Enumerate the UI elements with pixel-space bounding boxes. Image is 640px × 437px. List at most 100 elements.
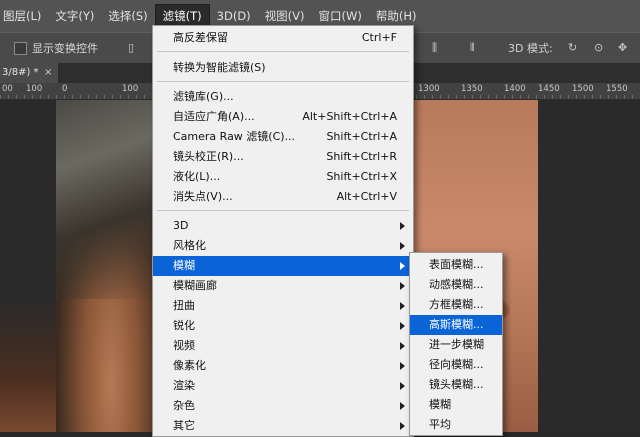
document-tab[interactable]: 3/8#) * × bbox=[0, 63, 58, 83]
menu-item-label: 扭曲 bbox=[173, 299, 195, 312]
menu-item-camera-raw[interactable]: Camera Raw 滤镜(C)... Shift+Ctrl+A bbox=[153, 127, 413, 147]
menu-item-blur[interactable]: 模糊 bbox=[153, 256, 413, 276]
menu-item-video[interactable]: 视频 bbox=[153, 336, 413, 356]
submenu-item-label: 进一步模糊 bbox=[429, 338, 484, 351]
menu-item-label: 转换为智能滤镜(S) bbox=[173, 61, 266, 74]
ruler-tick: 1500 bbox=[572, 84, 594, 94]
ruler-tick: 100 bbox=[26, 84, 43, 94]
submenu-arrow-icon bbox=[400, 242, 405, 250]
menu-item-label: 消失点(V)... bbox=[173, 190, 233, 203]
submenu-arrow-icon bbox=[400, 322, 405, 330]
submenu-item-label: 动感模糊... bbox=[429, 278, 484, 291]
menu-item-label: 滤镜库(G)... bbox=[173, 90, 234, 103]
menu-item-blur-gallery[interactable]: 模糊画廊 bbox=[153, 276, 413, 296]
submenu-arrow-icon bbox=[400, 362, 405, 370]
ruler-tick: 100 bbox=[122, 84, 139, 94]
menu-item-label: 杂色 bbox=[173, 399, 195, 412]
submenu-item-radial-blur[interactable]: 径向模糊... bbox=[410, 355, 502, 375]
submenu-item-lens-blur[interactable]: 镜头模糊... bbox=[410, 375, 502, 395]
menu-item-adaptive-wide-angle[interactable]: 自适应广角(A)... Alt+Shift+Ctrl+A bbox=[153, 107, 413, 127]
menu-item-label: 自适应广角(A)... bbox=[173, 110, 255, 123]
blur-submenu: 表面模糊... 动感模糊... 方框模糊... 高斯模糊... 进一步模糊 径向… bbox=[409, 252, 503, 436]
menu-item-label: 高反差保留 bbox=[173, 31, 228, 44]
show-transform-checkbox[interactable] bbox=[14, 42, 27, 55]
filter-menu: 高反差保留 Ctrl+F 转换为智能滤镜(S) 滤镜库(G)... 自适应广角(… bbox=[152, 25, 414, 437]
ruler-tick: 1450 bbox=[538, 84, 560, 94]
submenu-item-label: 镜头模糊... bbox=[429, 378, 484, 391]
menu-item-pixelate[interactable]: 像素化 bbox=[153, 356, 413, 376]
menu-item-shortcut: Shift+Ctrl+R bbox=[326, 150, 397, 163]
submenu-arrow-icon bbox=[400, 222, 405, 230]
menu-item-other[interactable]: 其它 bbox=[153, 416, 413, 436]
submenu-item-box-blur[interactable]: 方框模糊... bbox=[410, 295, 502, 315]
menu-item-label: 视频 bbox=[173, 339, 195, 352]
align-left-icon[interactable]: ▯ bbox=[128, 41, 134, 54]
menu-type[interactable]: 文字(Y) bbox=[48, 5, 101, 27]
menu-item-sharpen[interactable]: 锐化 bbox=[153, 316, 413, 336]
menu-3d[interactable]: 3D(D) bbox=[210, 5, 258, 27]
menu-item-label: 像素化 bbox=[173, 359, 206, 372]
menu-item-label: 模糊画廊 bbox=[173, 279, 217, 292]
menu-item-high-pass[interactable]: 高反差保留 Ctrl+F bbox=[153, 28, 413, 48]
photo-shadow-region bbox=[0, 300, 56, 432]
ruler-tick: 1300 bbox=[418, 84, 440, 94]
ruler-tick: 1350 bbox=[461, 84, 483, 94]
menu-item-label: 液化(L)... bbox=[173, 170, 221, 183]
menu-item-convert-smart-filters[interactable]: 转换为智能滤镜(S) bbox=[153, 58, 413, 78]
menu-item-label: 镜头校正(R)... bbox=[173, 150, 244, 163]
menu-help[interactable]: 帮助(H) bbox=[369, 5, 424, 27]
menu-item-label: 锐化 bbox=[173, 319, 195, 332]
submenu-item-motion-blur[interactable]: 动感模糊... bbox=[410, 275, 502, 295]
menu-item-filter-gallery[interactable]: 滤镜库(G)... bbox=[153, 87, 413, 107]
submenu-item-average[interactable]: 平均 bbox=[410, 415, 502, 435]
menu-item-label: 风格化 bbox=[173, 239, 206, 252]
menu-item-shortcut: Shift+Ctrl+A bbox=[326, 130, 397, 143]
menu-separator bbox=[157, 51, 409, 52]
3d-mode-label: 3D 模式: bbox=[508, 42, 553, 55]
submenu-item-blur[interactable]: 模糊 bbox=[410, 395, 502, 415]
menu-item-lens-correction[interactable]: 镜头校正(R)... Shift+Ctrl+R bbox=[153, 147, 413, 167]
menu-item-vanishing-point[interactable]: 消失点(V)... Alt+Ctrl+V bbox=[153, 187, 413, 207]
menu-item-shortcut: Ctrl+F bbox=[361, 31, 397, 44]
menu-item-3d[interactable]: 3D bbox=[153, 216, 413, 236]
menu-select[interactable]: 选择(S) bbox=[101, 5, 154, 27]
menu-item-render[interactable]: 渲染 bbox=[153, 376, 413, 396]
submenu-arrow-icon bbox=[400, 262, 405, 270]
submenu-arrow-icon bbox=[400, 342, 405, 350]
rotate-3d-icon[interactable]: ↻ bbox=[568, 41, 577, 54]
submenu-arrow-icon bbox=[400, 282, 405, 290]
menu-item-label: 模糊 bbox=[173, 259, 195, 272]
submenu-arrow-icon bbox=[400, 382, 405, 390]
drag-3d-icon[interactable]: ✥ bbox=[618, 41, 627, 54]
submenu-item-label: 平均 bbox=[429, 418, 451, 431]
submenu-item-label: 径向模糊... bbox=[429, 358, 484, 371]
menu-item-distort[interactable]: 扭曲 bbox=[153, 296, 413, 316]
menu-window[interactable]: 窗口(W) bbox=[312, 5, 369, 27]
menu-item-shortcut: Shift+Ctrl+X bbox=[326, 170, 397, 183]
submenu-arrow-icon bbox=[400, 422, 405, 430]
menu-item-shortcut: Alt+Ctrl+V bbox=[336, 190, 397, 203]
submenu-item-blur-more[interactable]: 进一步模糊 bbox=[410, 335, 502, 355]
distribute-icon[interactable]: ⫼ bbox=[432, 41, 437, 55]
menu-item-stylize[interactable]: 风格化 bbox=[153, 236, 413, 256]
distribute-vertical-icon[interactable]: ⫴ bbox=[470, 41, 475, 55]
ruler-tick: 00 bbox=[2, 84, 13, 94]
document-tab-label: 3/8#) * bbox=[2, 67, 39, 78]
submenu-item-label: 方框模糊... bbox=[429, 298, 484, 311]
menu-item-noise[interactable]: 杂色 bbox=[153, 396, 413, 416]
ruler-tick: 1550 bbox=[606, 84, 628, 94]
submenu-item-gaussian-blur[interactable]: 高斯模糊... bbox=[410, 315, 502, 335]
submenu-item-label: 高斯模糊... bbox=[429, 318, 484, 331]
submenu-arrow-icon bbox=[400, 302, 405, 310]
roll-3d-icon[interactable]: ⊙ bbox=[594, 41, 603, 54]
submenu-item-label: 模糊 bbox=[429, 398, 451, 411]
ruler-tick: 0 bbox=[62, 84, 68, 94]
menu-item-label: Camera Raw 滤镜(C)... bbox=[173, 130, 296, 143]
submenu-arrow-icon bbox=[400, 402, 405, 410]
menu-item-liquify[interactable]: 液化(L)... Shift+Ctrl+X bbox=[153, 167, 413, 187]
close-icon[interactable]: × bbox=[44, 63, 52, 83]
menu-view[interactable]: 视图(V) bbox=[258, 5, 312, 27]
photo-hair bbox=[56, 100, 156, 300]
menu-layer[interactable]: 图层(L) bbox=[0, 5, 48, 27]
submenu-item-surface-blur[interactable]: 表面模糊... bbox=[410, 255, 502, 275]
